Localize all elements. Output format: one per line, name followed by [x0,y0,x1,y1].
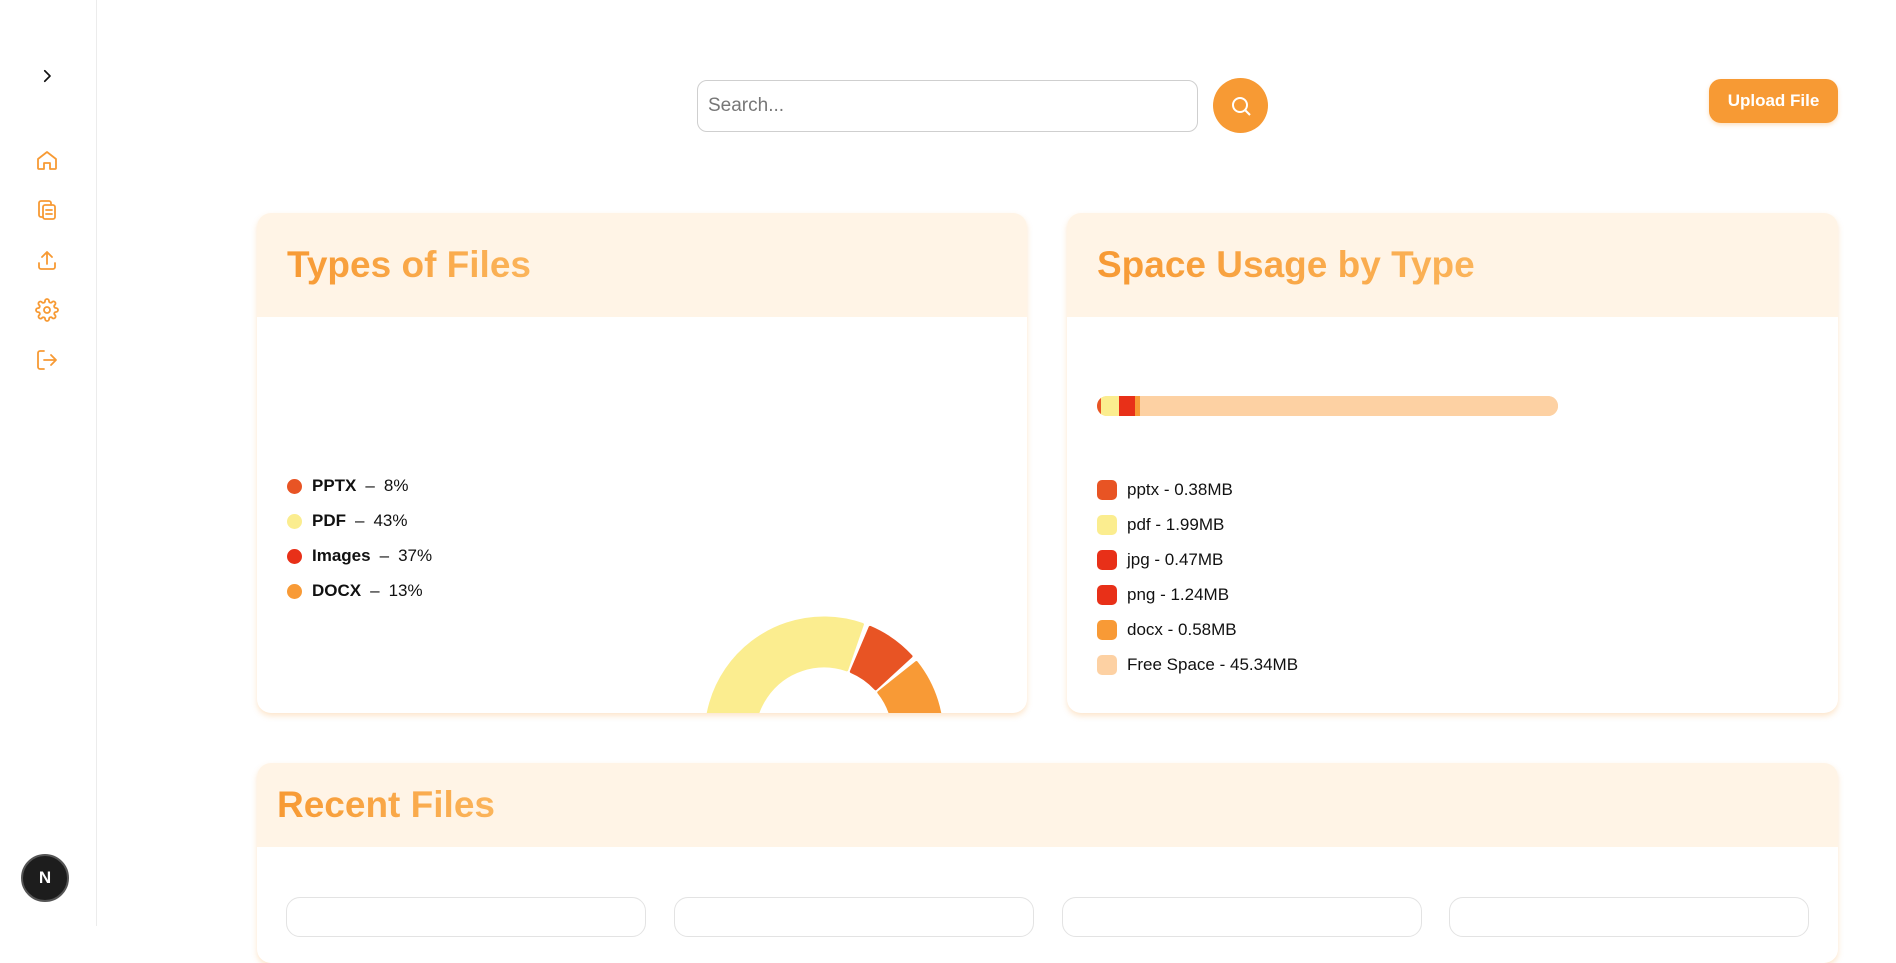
dev-tools-badge[interactable]: N [21,854,69,902]
space-usage-card: Space Usage by Type pptx - 0.38MB pdf - 1… [1067,213,1838,713]
space-legend-item: Free Space - 45.34MB [1097,655,1298,675]
home-icon [37,151,57,170]
card-title: Space Usage by Type [1097,244,1475,285]
legend-label: Images [312,546,371,565]
legend-dot [287,583,302,599]
legend-separator: – [370,581,380,600]
card-header: Recent Files [257,763,1838,847]
legend-swatch [1097,515,1117,535]
space-legend-item: jpg - 0.47MB [1097,550,1223,570]
recent-file-card[interactable] [1062,897,1422,937]
legend-swatch [1097,620,1117,640]
settings-icon [35,298,59,322]
space-legend-item: docx - 0.58MB [1097,620,1237,640]
space-legend-item: pdf - 1.99MB [1097,515,1224,535]
legend-percent: 13% [388,581,423,600]
space-usage-body: pptx - 0.38MB pdf - 1.99MB jpg - 0.47MB png… [1067,317,1838,713]
legend-dot [287,548,302,564]
legend-percent: 37% [398,546,433,565]
sidebar-item-files[interactable] [34,197,60,223]
legend-item: PPTX –8% [287,476,408,496]
badge-letter: N [38,868,52,887]
legend-dot [287,513,302,529]
space-bar-segment-free-space [1139,396,1558,416]
recent-file-card[interactable] [674,897,1034,937]
files-icon [38,200,56,220]
legend-percent: 43% [373,511,408,530]
chevron-right-icon [43,69,51,83]
legend-swatch [1097,655,1117,675]
upload-file-button[interactable]: Upload File [1709,79,1838,123]
sidebar-item-logout[interactable] [34,347,60,373]
upload-icon [38,251,56,270]
space-legend-label: docx - 0.58MB [1127,620,1237,639]
space-legend-item: pptx - 0.38MB [1097,480,1233,500]
legend-item: DOCX –13% [287,581,423,601]
space-legend-label: Free Space - 45.34MB [1127,655,1299,674]
logout-icon [37,350,57,370]
legend-separator: – [355,511,365,530]
legend-separator: – [365,476,375,495]
legend-swatch [1097,550,1117,570]
donut-slice-pdf[interactable] [706,616,864,713]
legend-item: Images –37% [287,546,432,566]
search-input[interactable] [697,80,1198,132]
legend-percent: 8% [383,476,409,495]
space-legend-label: pdf - 1.99MB [1127,515,1225,534]
space-legend-label: png - 1.24MB [1127,585,1230,604]
legend-label: PPTX [312,476,357,495]
legend-dot [287,478,302,494]
card-header: Space Usage by Type [1067,213,1838,317]
space-legend-label: pptx - 0.38MB [1127,480,1233,499]
search-button[interactable] [1213,78,1268,133]
space-bar-segment-png [1123,396,1135,416]
recent-file-card[interactable] [286,897,646,937]
search-container [697,80,1198,132]
space-bar-segment-pdf [1100,396,1119,416]
card-header: Types of Files [257,213,1027,317]
space-usage-bar [1097,396,1558,416]
legend-separator: – [379,546,390,565]
space-legend-label: jpg - 0.47MB [1127,550,1224,569]
legend-swatch [1097,585,1117,605]
legend-label: DOCX [312,581,362,600]
card-title: Types of Files [287,244,531,285]
space-legend-item: png - 1.24MB [1097,585,1229,605]
recent-file-card[interactable] [1449,897,1809,937]
legend-swatch [1097,480,1117,500]
sidebar: N [0,0,97,926]
legend-label: PDF [312,511,346,530]
sidebar-item-settings[interactable] [34,297,60,323]
search-icon [1231,96,1251,116]
file-types-donut-chart [706,616,942,713]
sidebar-item-home[interactable] [34,147,60,173]
expand-sidebar-button[interactable] [34,63,60,89]
sidebar-item-upload[interactable] [34,247,60,273]
types-of-files-card: Types of Files PPTX –8% PDF –43% Images –37% D… [257,213,1027,713]
legend-item: PDF –43% [287,511,408,531]
card-title: Recent Files [277,784,495,825]
